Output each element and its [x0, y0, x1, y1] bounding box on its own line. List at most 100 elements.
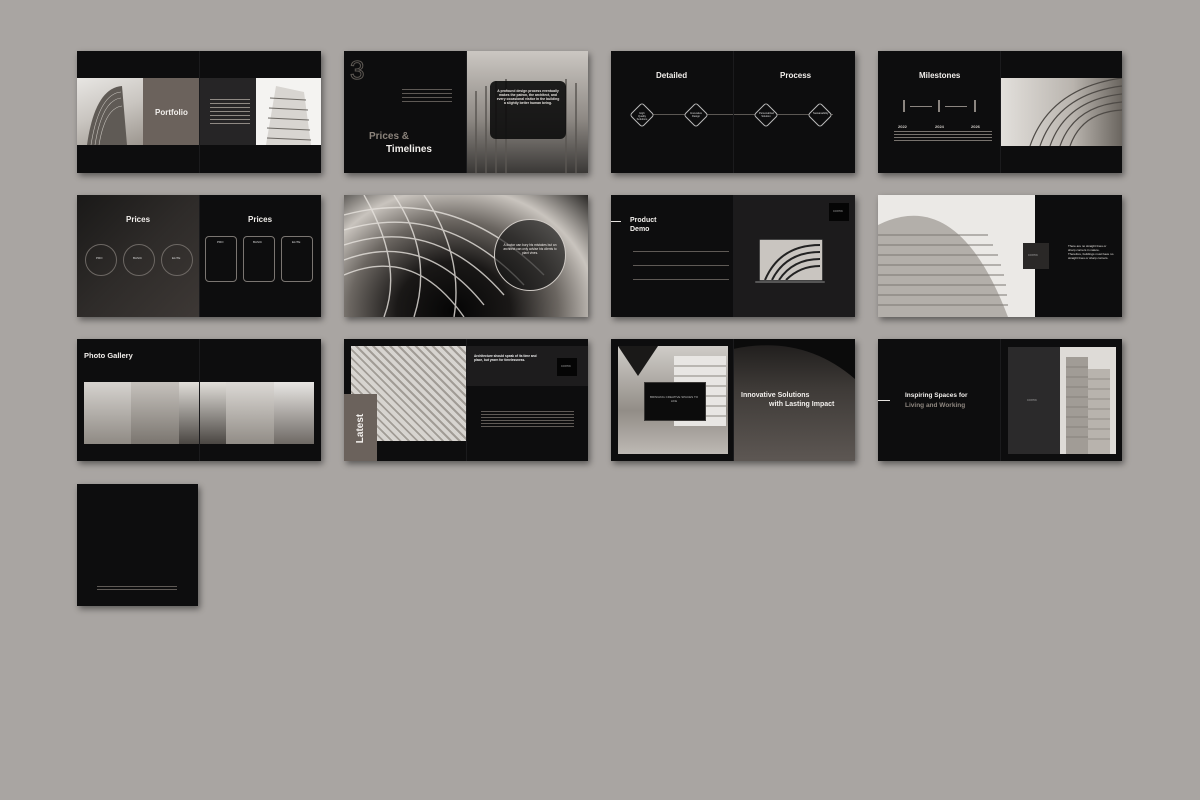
skyscraper-graphic — [1066, 357, 1110, 454]
skyscraper-photo — [1060, 347, 1116, 454]
page-fold — [466, 51, 467, 173]
gallery-photo-4 — [226, 382, 274, 444]
title-living-working: Living and Working — [905, 402, 966, 409]
page-fold — [466, 339, 467, 461]
slide-product-demo[interactable]: Product Demo CONTIN — [611, 195, 855, 317]
page-fold — [1000, 339, 1001, 461]
title-lasting-impact: with Lasting Impact — [769, 401, 835, 408]
title-demo: Demo — [630, 226, 650, 233]
milestone-marker-1 — [903, 100, 905, 112]
slide-milestones[interactable]: Milestones 2022 2024 2026 — [878, 51, 1122, 173]
curved-tower-graphic — [878, 215, 1008, 317]
page-fold — [199, 51, 200, 173]
page-fold — [199, 195, 200, 317]
step-label-1: High Quality Solutions — [636, 112, 648, 121]
title-prices-left: Prices — [126, 215, 151, 224]
slide-inspiring-spaces[interactable]: Inspiring Spaces for Living and Working … — [878, 339, 1122, 461]
big-number: 3 — [349, 55, 365, 86]
article-lines — [481, 411, 574, 427]
arch-photo — [733, 339, 855, 461]
price-circle-pro — [85, 244, 117, 276]
step-label-3: Personalized Solution — [759, 112, 774, 118]
building-photo-left — [77, 78, 143, 146]
title-detailed: Detailed — [656, 71, 688, 80]
logo-text: CONTIN — [1028, 254, 1038, 257]
quote-circle — [494, 219, 566, 291]
page-fold — [733, 51, 734, 173]
milestone-marker-3 — [974, 100, 976, 112]
laptop-screen-graphic — [760, 240, 822, 281]
circle-label-elite: ELITE — [172, 256, 181, 260]
slide-latest[interactable]: Latest Architecture should speak of its … — [344, 339, 588, 461]
slide-detailed-process[interactable]: Detailed Process High Quality Solutions … — [611, 51, 855, 173]
circle-label-basic: BASIC — [133, 256, 143, 260]
logo-text: CONTIN — [833, 210, 843, 213]
slide-photo-gallery[interactable]: Photo Gallery — [77, 339, 321, 461]
price-circle-basic — [123, 244, 155, 276]
price-circle-elite — [161, 244, 193, 276]
title-milestones: Milestones — [919, 71, 961, 80]
intro-text-lines — [402, 89, 452, 103]
title-innovative-solutions: Innovative Solutions — [741, 392, 810, 399]
spiral-quote-text: A doctor can bury his mistakes but an ar… — [503, 243, 557, 255]
card-label-elite: ELITE — [292, 240, 301, 244]
title-prices: Prices & — [369, 131, 410, 142]
caption-text: BRINGING CREATIVE SPACES TO LIFE — [649, 395, 699, 403]
slide-prices[interactable]: Prices Prices PRO BASIC ELITE PRO BASIC … — [77, 195, 321, 317]
slide-prices-timelines[interactable]: 3 Prices & Timelines A profound design p… — [344, 51, 588, 173]
feature-list-lines — [633, 251, 729, 293]
portfolio-title: Portfolio — [155, 108, 188, 117]
curved-facade-graphic — [1029, 77, 1122, 147]
curved-tower-photo — [878, 195, 1035, 317]
page-fold — [733, 339, 734, 461]
milestone-desc-lines — [894, 131, 992, 141]
gallery-photo-1 — [84, 382, 131, 444]
body-text-block — [210, 99, 250, 127]
slide-spiral-quote[interactable]: A doctor can bury his mistakes but an ar… — [344, 195, 588, 317]
step-label-4: Sustainability — [813, 112, 829, 115]
architecture-quote: Architecture should speak of its time an… — [474, 354, 537, 362]
year-2024: 2024 — [935, 124, 944, 129]
curved-facade-photo — [1000, 77, 1122, 147]
step-label-2: Innovative Design — [690, 112, 702, 118]
title-product: Product — [630, 217, 657, 224]
building-photo-right — [256, 78, 321, 145]
title-accent-line — [878, 400, 890, 401]
logo-text: CONTIN — [561, 365, 571, 368]
year-2022: 2022 — [898, 124, 907, 129]
slide-no-straight-lines[interactable]: CONTIN There are no straight lines or sh… — [878, 195, 1122, 317]
page-fold — [1000, 51, 1001, 173]
quote-text: A profound design process eventually mak… — [496, 89, 560, 105]
slide-portfolio[interactable]: Portfolio — [77, 51, 321, 173]
card-label-pro: PRO — [217, 240, 224, 244]
gallery-photo-2 — [131, 382, 179, 444]
gallery-photo-3 — [179, 382, 226, 444]
title-accent-line — [611, 221, 621, 222]
title-inspiring-spaces: Inspiring Spaces for — [905, 392, 968, 399]
milestone-line-1 — [910, 106, 932, 107]
title-photo-gallery: Photo Gallery — [84, 351, 133, 360]
gallery-photo-5 — [274, 382, 314, 444]
slide-innovative-solutions[interactable]: BRINGING CREATIVE SPACES TO LIFE Innovat… — [611, 339, 855, 461]
year-2026: 2026 — [971, 124, 980, 129]
title-prices-right: Prices — [248, 215, 273, 224]
stacked-building-graphic — [266, 86, 312, 145]
latest-label: Latest — [355, 413, 367, 444]
laptop-base — [755, 281, 825, 283]
page-fold — [199, 339, 200, 461]
step-desc-lines — [629, 138, 839, 148]
contact-lines — [97, 586, 177, 592]
title-timelines: Timelines — [386, 144, 432, 155]
page-fold — [733, 195, 734, 317]
arch-graphic — [733, 339, 855, 379]
step-diamond-4 — [807, 102, 833, 128]
nature-quote-text: There are no straight lines or sharp cor… — [1068, 244, 1114, 260]
logo-text: CONTIN — [1027, 399, 1037, 402]
circle-label-pro: PRO — [96, 256, 103, 260]
slide-back-cover[interactable] — [77, 484, 198, 606]
laptop-screen — [759, 239, 823, 281]
curved-building-graphic — [87, 86, 127, 146]
milestone-marker-2 — [938, 100, 940, 112]
title-process: Process — [780, 71, 812, 80]
card-label-basic: BASIC — [253, 240, 263, 244]
